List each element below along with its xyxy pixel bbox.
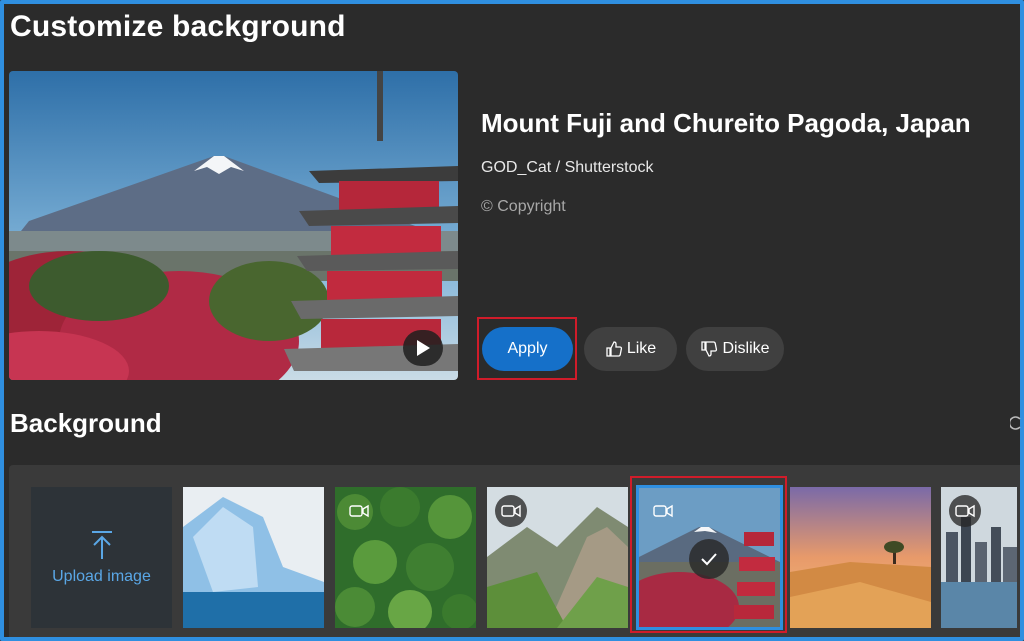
like-button[interactable]: Like [584,327,677,371]
preview-image [9,71,458,380]
background-section-title: Background [10,408,162,438]
play-button[interactable] [403,330,443,366]
thumbnail-city-skyline[interactable] [941,487,1017,628]
video-icon [949,495,981,527]
thumbs-up-icon [606,341,622,357]
upload-label: Upload image [52,567,151,585]
thumbnail-mountain-valley[interactable] [487,487,628,628]
thumbnail-highlight [630,476,787,633]
copyright-link[interactable]: © Copyright [481,198,566,216]
video-icon [343,495,375,527]
video-icon [495,495,527,527]
background-title: Mount Fuji and Chureito Pagoda, Japan [481,108,971,138]
dislike-label: Dislike [722,340,770,357]
photo-credit: GOD_Cat / Shutterstock [481,159,654,176]
thumbnail-desert-dunes[interactable] [790,487,931,628]
page-title: Customize background [10,10,346,43]
dislike-button[interactable]: Dislike [686,327,784,371]
like-label: Like [626,340,657,357]
thumbnail-iceberg[interactable] [183,487,324,628]
apply-button[interactable]: Apply [482,327,573,371]
refresh-icon[interactable] [1010,416,1022,430]
thumbnail-forest-aerial[interactable] [335,487,476,628]
thumbs-down-icon [701,341,718,357]
upload-image-button[interactable]: Upload image [31,487,172,628]
play-icon [417,340,430,356]
upload-icon [91,530,112,559]
